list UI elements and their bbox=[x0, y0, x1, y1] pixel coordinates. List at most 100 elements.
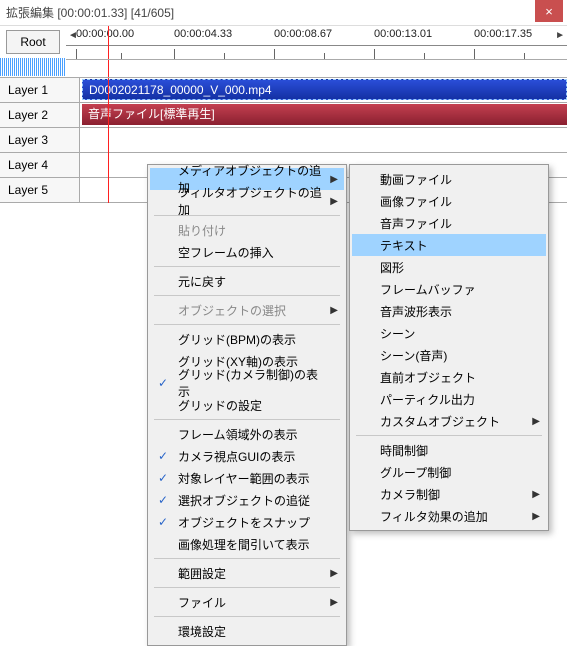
close-icon: × bbox=[545, 4, 553, 19]
layer-label[interactable]: Layer 3 bbox=[0, 128, 80, 152]
menu-item-range[interactable]: 範囲設定 ▶ bbox=[150, 562, 344, 584]
submenu-arrow-icon: ▶ bbox=[532, 511, 540, 522]
menu-item-snap[interactable]: ✓ オブジェクトをスナップ bbox=[150, 511, 344, 533]
menu-label: フィルタ効果の追加 bbox=[380, 508, 488, 525]
layer-track[interactable]: 音声ファイル[標準再生] bbox=[80, 103, 567, 127]
menu-label: シーン(音声) bbox=[380, 347, 447, 364]
menu-item-file[interactable]: ファイル ▶ bbox=[150, 591, 344, 613]
root-button-label: Root bbox=[20, 35, 45, 49]
menu-item-group-control[interactable]: グループ制御 bbox=[352, 461, 546, 483]
clip-label: D0002021178_00000_V_000.mp4 bbox=[89, 83, 272, 97]
menu-item-custom-object[interactable]: カスタムオブジェクト▶ bbox=[352, 410, 546, 432]
layer-label[interactable]: Layer 4 bbox=[0, 153, 80, 177]
playhead[interactable] bbox=[108, 78, 109, 203]
menu-item-particle[interactable]: パーティクル出力 bbox=[352, 388, 546, 410]
menu-item-text[interactable]: テキスト bbox=[352, 234, 546, 256]
menu-separator bbox=[154, 616, 340, 617]
time-label: 00:00:08.67 bbox=[274, 28, 332, 40]
menu-item-grid-bpm[interactable]: グリッド(BPM)の表示 bbox=[150, 328, 344, 350]
menu-item-filter-effect[interactable]: フィルタ効果の追加 ▶ bbox=[352, 505, 546, 527]
menu-item-shape[interactable]: 図形 bbox=[352, 256, 546, 278]
menu-label: オブジェクトをスナップ bbox=[178, 514, 310, 531]
menu-item-object-select[interactable]: オブジェクトの選択 ▶ bbox=[150, 299, 344, 321]
menu-label: 直前オブジェクト bbox=[380, 369, 476, 386]
check-icon: ✓ bbox=[158, 376, 168, 390]
check-icon: ✓ bbox=[158, 449, 168, 463]
layer-track[interactable]: D0002021178_00000_V_000.mp4 bbox=[80, 78, 567, 102]
menu-label: 画像処理を間引いて表示 bbox=[178, 536, 310, 553]
menu-separator bbox=[154, 558, 340, 559]
layer-label[interactable]: Layer 5 bbox=[0, 178, 80, 202]
menu-item-grid-settings[interactable]: グリッドの設定 bbox=[150, 394, 344, 416]
menu-label: 空フレームの挿入 bbox=[178, 244, 274, 261]
check-icon: ✓ bbox=[158, 471, 168, 485]
menu-item-framebuffer[interactable]: フレームバッファ bbox=[352, 278, 546, 300]
menu-item-camera-gui[interactable]: ✓ カメラ視点GUIの表示 bbox=[150, 445, 344, 467]
menu-separator bbox=[154, 266, 340, 267]
time-label: 00:00:00.00 bbox=[76, 28, 134, 40]
layer-row: Layer 3 bbox=[0, 128, 567, 153]
time-ruler[interactable]: ◄ ► 00:00:00.00 00:00:04.33 00:00:08.67 … bbox=[66, 26, 567, 60]
video-clip[interactable]: D0002021178_00000_V_000.mp4 bbox=[82, 79, 567, 100]
menu-label: カメラ制御 bbox=[380, 486, 440, 503]
layer-track[interactable] bbox=[80, 128, 567, 152]
menu-label: 環境設定 bbox=[178, 623, 226, 640]
ruler-ticks bbox=[66, 45, 567, 59]
menu-item-grid-camera[interactable]: ✓ グリッド(カメラ制御)の表示 bbox=[150, 372, 344, 394]
menu-separator bbox=[154, 419, 340, 420]
menu-item-prev-object[interactable]: 直前オブジェクト bbox=[352, 366, 546, 388]
timeline-header: Root ◄ ► 00:00:00.00 00:00:04.33 00:00:0… bbox=[0, 26, 567, 60]
layer-row: Layer 1 D0002021178_00000_V_000.mp4 bbox=[0, 78, 567, 103]
menu-item-layer-range[interactable]: ✓ 対象レイヤー範囲の表示 bbox=[150, 467, 344, 489]
menu-item-scene-audio[interactable]: シーン(音声) bbox=[352, 344, 546, 366]
time-label: 00:00:17.35 bbox=[474, 28, 532, 40]
menu-item-waveform[interactable]: 音声波形表示 bbox=[352, 300, 546, 322]
close-button[interactable]: × bbox=[535, 0, 563, 22]
menu-label: ファイル bbox=[178, 594, 226, 611]
menu-label: フレームバッファ bbox=[380, 281, 476, 298]
menu-label: 時間制御 bbox=[380, 442, 428, 459]
time-label: 00:00:13.01 bbox=[374, 28, 432, 40]
context-menu: メディアオブジェクトの追加 ▶ フィルタオブジェクトの追加 ▶ 貼り付け 空フレ… bbox=[147, 164, 347, 646]
menu-label: フレーム領域外の表示 bbox=[178, 426, 298, 443]
menu-item-scene[interactable]: シーン bbox=[352, 322, 546, 344]
menu-label: グループ制御 bbox=[380, 464, 451, 481]
menu-item-empty-frame[interactable]: 空フレームの挿入 bbox=[150, 241, 344, 263]
menu-item-audio[interactable]: 音声ファイル bbox=[352, 212, 546, 234]
menu-label: オブジェクトの選択 bbox=[178, 302, 286, 319]
menu-item-thin-image[interactable]: 画像処理を間引いて表示 bbox=[150, 533, 344, 555]
menu-label: 画像ファイル bbox=[380, 193, 452, 210]
submenu-arrow-icon: ▶ bbox=[330, 597, 338, 608]
menu-label: 音声波形表示 bbox=[380, 303, 452, 320]
layer-label[interactable]: Layer 1 bbox=[0, 78, 80, 102]
menu-item-follow-selection[interactable]: ✓ 選択オブジェクトの追従 bbox=[150, 489, 344, 511]
clip-label: 音声ファイル[標準再生] bbox=[88, 107, 215, 121]
menu-item-undo[interactable]: 元に戻す bbox=[150, 270, 344, 292]
check-icon: ✓ bbox=[158, 493, 168, 507]
submenu-arrow-icon: ▶ bbox=[330, 174, 338, 185]
layer-label[interactable]: Layer 2 bbox=[0, 103, 80, 127]
menu-label: 選択オブジェクトの追従 bbox=[178, 492, 310, 509]
menu-separator bbox=[356, 435, 542, 436]
title-bar: 拡張編集 [00:00:01.33] [41/605] × bbox=[0, 0, 567, 26]
menu-label: カメラ視点GUIの表示 bbox=[178, 448, 295, 465]
playhead[interactable] bbox=[108, 60, 109, 77]
audio-clip[interactable]: 音声ファイル[標準再生] bbox=[82, 104, 567, 125]
submenu-arrow-icon: ▶ bbox=[330, 568, 338, 579]
root-button[interactable]: Root bbox=[6, 30, 60, 54]
time-label: 00:00:04.33 bbox=[174, 28, 232, 40]
menu-label: グリッドの設定 bbox=[178, 397, 262, 414]
menu-item-video[interactable]: 動画ファイル bbox=[352, 168, 546, 190]
menu-item-frame-out[interactable]: フレーム領域外の表示 bbox=[150, 423, 344, 445]
menu-item-filter-add[interactable]: フィルタオブジェクトの追加 ▶ bbox=[150, 190, 344, 212]
menu-separator bbox=[154, 324, 340, 325]
menu-item-camera-control[interactable]: カメラ制御 ▶ bbox=[352, 483, 546, 505]
menu-item-time-control[interactable]: 時間制御 bbox=[352, 439, 546, 461]
menu-separator bbox=[154, 295, 340, 296]
window-title: 拡張編集 [00:00:01.33] [41/605] bbox=[6, 4, 174, 21]
submenu-arrow-icon: ▶ bbox=[532, 489, 540, 500]
menu-item-image[interactable]: 画像ファイル bbox=[352, 190, 546, 212]
track-header-hint bbox=[0, 58, 66, 76]
menu-item-paste[interactable]: 貼り付け bbox=[150, 219, 344, 241]
submenu-media: 動画ファイル 画像ファイル 音声ファイル テキスト 図形 フレームバッファ 音声… bbox=[349, 164, 549, 531]
